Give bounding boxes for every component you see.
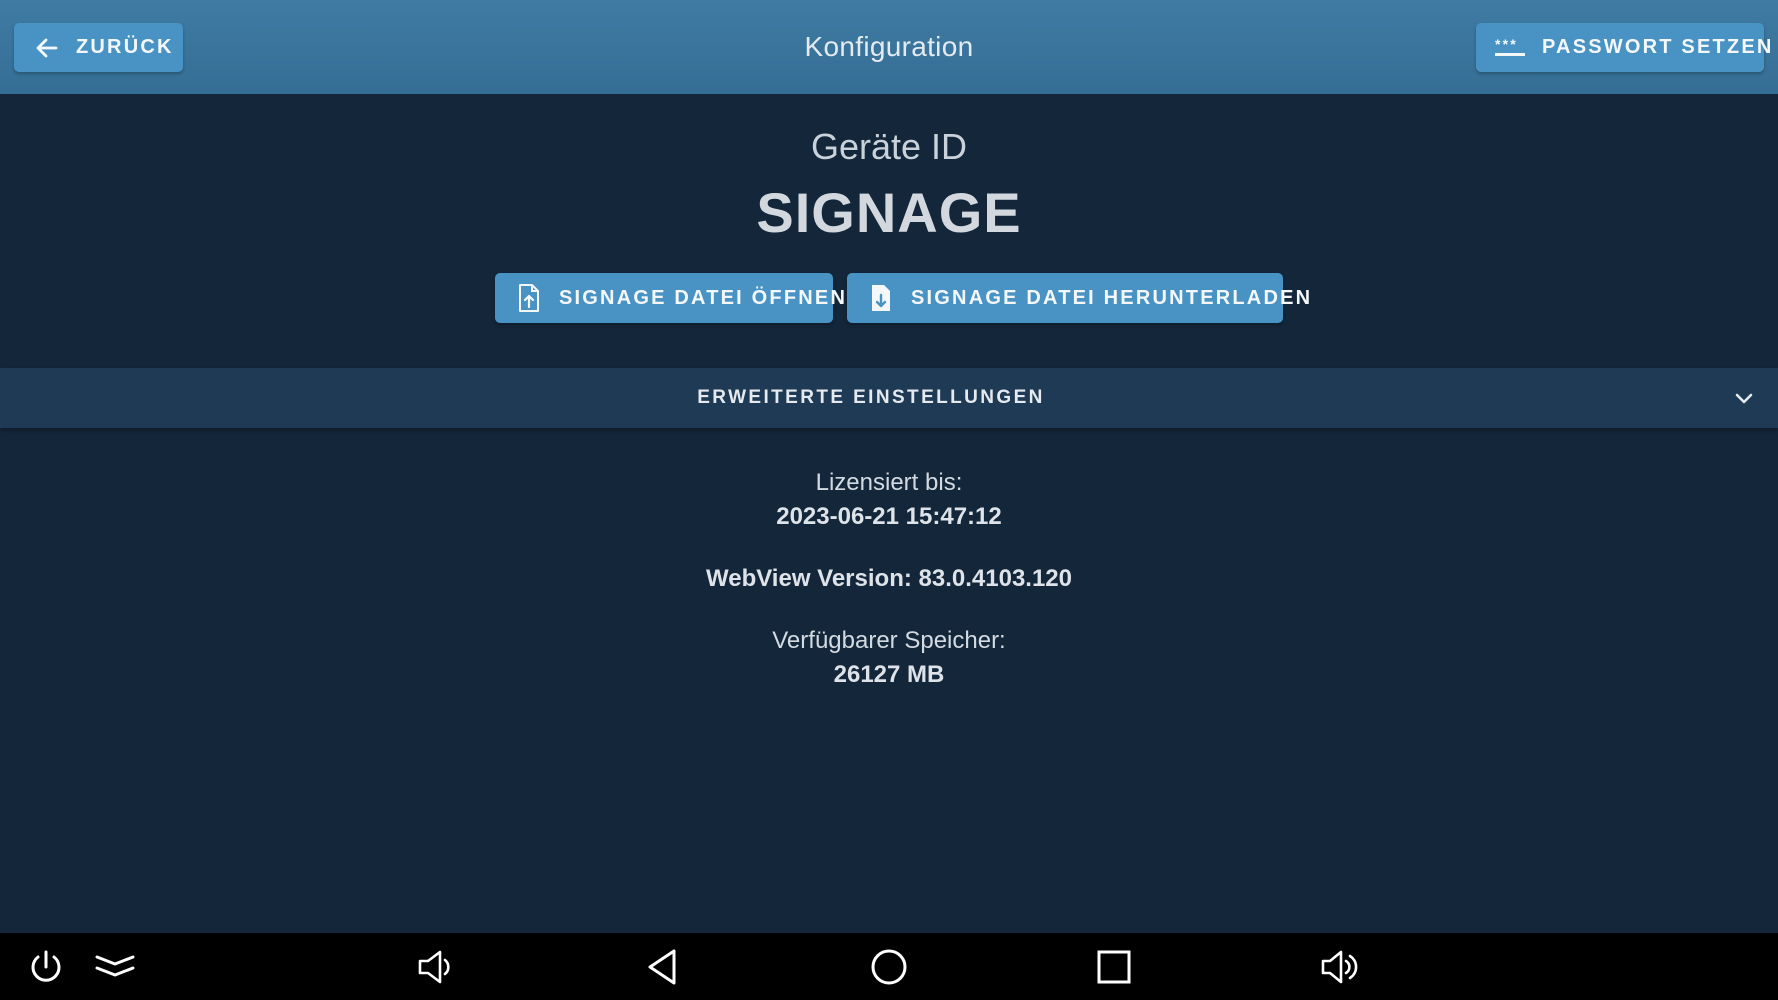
device-id-value: SIGNAGE [756, 181, 1022, 244]
storage-value: 26127 MB [833, 661, 945, 688]
device-id-label: Geräte ID [810, 126, 968, 167]
license-value: 2023-06-21 15:47:12 [776, 503, 1002, 530]
license-label: Lizensiert bis: [815, 469, 963, 496]
back-button[interactable]: ZURÜCK [14, 23, 183, 72]
back-button-label: ZURÜCK [76, 36, 174, 58]
password-icon: *** [1494, 35, 1526, 61]
back-triangle-icon[interactable] [644, 947, 684, 987]
open-signage-file-button[interactable]: SIGNAGE DATEI ÖFFNEN [495, 273, 845, 323]
volume-down-icon[interactable] [416, 947, 456, 987]
advanced-settings-label: ERWEITERTE EINSTELLUNGEN [697, 387, 1045, 408]
system-navigation-bar [0, 933, 1778, 1000]
download-signage-file-label: SIGNAGE DATEI HERUNTERLADEN [911, 286, 1313, 309]
download-signage-file-button[interactable]: SIGNAGE DATEI HERUNTERLADEN [847, 273, 1310, 323]
power-icon[interactable] [26, 947, 66, 987]
app-header: Konfiguration ZURÜCK *** PASSWORT SETZEN [0, 0, 1778, 94]
arrow-left-icon [34, 35, 60, 61]
recents-square-icon[interactable] [1094, 947, 1134, 987]
set-password-label: PASSWORT SETZEN [1542, 36, 1774, 58]
notification-shade-icon[interactable] [95, 947, 135, 987]
volume-up-icon[interactable] [1320, 947, 1360, 987]
home-circle-icon[interactable] [869, 947, 909, 987]
file-download-icon [869, 283, 893, 313]
chevron-down-icon [1732, 386, 1756, 410]
config-screen: Konfiguration ZURÜCK *** PASSWORT SETZEN… [0, 0, 1778, 1000]
advanced-settings-expander[interactable]: ERWEITERTE EINSTELLUNGEN [0, 368, 1778, 428]
webview-version: WebView Version: 83.0.4103.120 [706, 565, 1072, 592]
file-upload-icon [517, 283, 541, 313]
svg-text:***: *** [1495, 36, 1518, 52]
storage-label: Verfügbarer Speicher: [772, 627, 1006, 654]
open-signage-file-label: SIGNAGE DATEI ÖFFNEN [559, 286, 848, 309]
set-password-button[interactable]: *** PASSWORT SETZEN [1476, 23, 1771, 72]
